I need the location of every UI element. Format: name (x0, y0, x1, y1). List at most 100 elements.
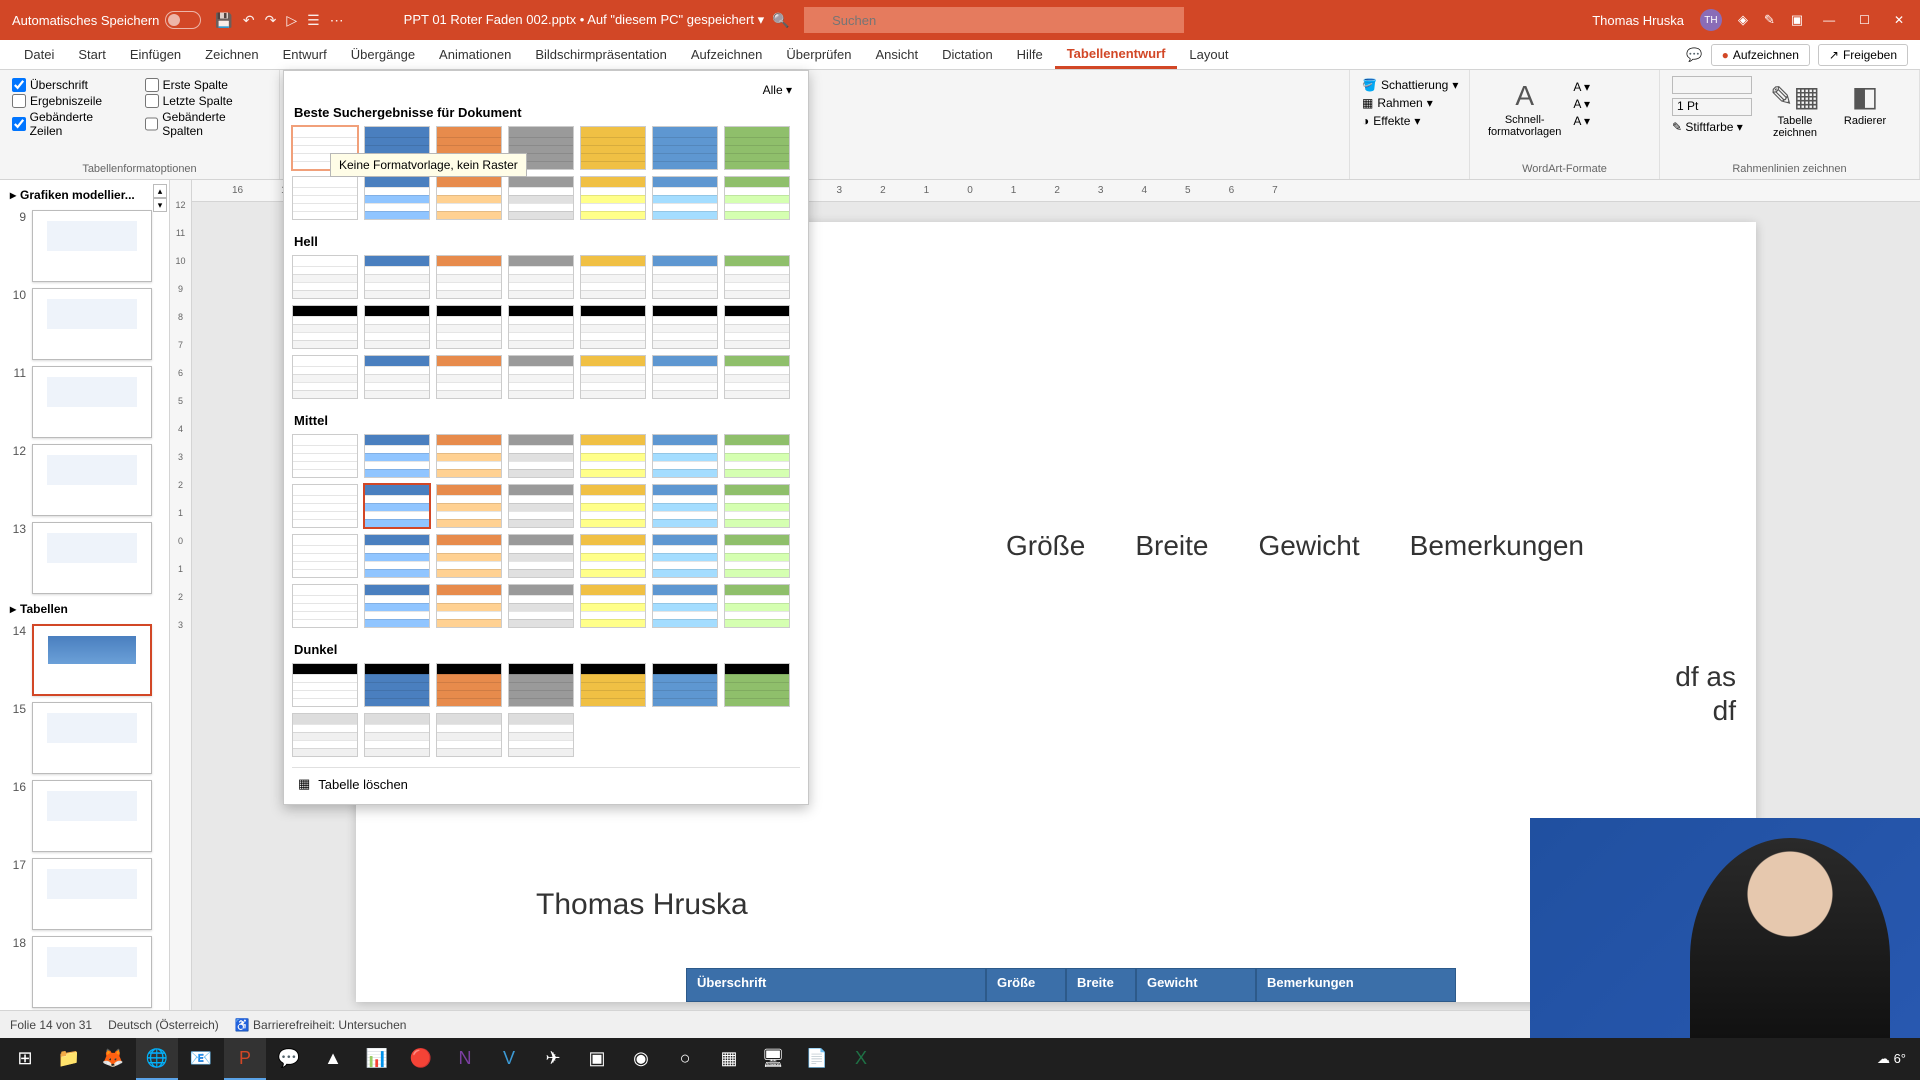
diamond-icon[interactable]: ◈ (1738, 12, 1748, 28)
table-style-swatch[interactable] (580, 126, 646, 170)
table-style-swatch[interactable] (364, 305, 430, 349)
table-style-swatch[interactable] (580, 663, 646, 707)
tab-tabellenentwurf[interactable]: Tabellenentwurf (1055, 40, 1178, 69)
table-style-swatch[interactable] (436, 176, 502, 220)
table-style-swatch[interactable] (652, 663, 718, 707)
table-style-swatch[interactable] (724, 305, 790, 349)
table-style-swatch[interactable] (292, 584, 358, 628)
table-style-swatch[interactable] (652, 434, 718, 478)
app-icon-2[interactable]: 📊 (356, 1038, 398, 1080)
table-style-swatch[interactable] (364, 255, 430, 299)
thumb-scroll-down[interactable]: ▾ (153, 198, 167, 212)
redo-icon[interactable]: ↷ (265, 12, 277, 29)
table-style-swatch[interactable] (580, 434, 646, 478)
tab-entwurf[interactable]: Entwurf (271, 40, 339, 69)
close-button[interactable]: ✕ (1890, 13, 1908, 27)
schattierung-dropdown[interactable]: 🪣 Schattierung ▾ (1362, 78, 1457, 92)
table-style-swatch[interactable] (580, 484, 646, 528)
table-style-swatch[interactable] (436, 434, 502, 478)
thumb-12[interactable] (32, 444, 152, 516)
table-style-swatch[interactable] (436, 584, 502, 628)
table-style-swatch[interactable] (364, 484, 430, 528)
search-input[interactable] (804, 7, 1184, 33)
table-style-swatch[interactable] (292, 255, 358, 299)
thumb-14[interactable] (32, 624, 152, 696)
share-button[interactable]: ↗Freigeben (1818, 44, 1908, 66)
table-style-swatch[interactable] (292, 176, 358, 220)
table-style-swatch[interactable] (652, 355, 718, 399)
thumb-9[interactable] (32, 210, 152, 282)
table-style-swatch[interactable] (724, 355, 790, 399)
excel-icon[interactable]: X (840, 1038, 882, 1080)
thumb-11[interactable] (32, 366, 152, 438)
minimize-button[interactable]: — (1819, 13, 1839, 27)
app-icon-3[interactable]: 🔴 (400, 1038, 442, 1080)
section-grafiken[interactable]: ▸ Grafiken modellier... (6, 186, 163, 204)
chk-erste-spalte[interactable] (145, 78, 159, 92)
table-style-swatch[interactable] (580, 255, 646, 299)
table-style-swatch[interactable] (508, 176, 574, 220)
chrome-icon[interactable]: 🌐 (136, 1038, 178, 1080)
pen-style-dropdown[interactable] (1672, 76, 1752, 94)
document-title[interactable]: PPT 01 Roter Faden 002.pptx • Auf "diese… (404, 12, 764, 28)
col-breite[interactable]: Breite (1135, 530, 1208, 562)
tab-uebergaenge[interactable]: Übergänge (339, 40, 427, 69)
table-style-swatch[interactable] (364, 584, 430, 628)
app-icon-9[interactable]: 📄 (796, 1038, 838, 1080)
account-avatar[interactable]: TH (1700, 9, 1722, 31)
account-name[interactable]: Thomas Hruska (1592, 13, 1684, 28)
table-style-swatch[interactable] (580, 534, 646, 578)
status-lang[interactable]: Deutsch (Österreich) (108, 1018, 219, 1032)
chk-geb-spalten[interactable] (145, 117, 159, 131)
touch-icon[interactable]: ☰ (307, 12, 320, 29)
float-text-1[interactable]: df as (1675, 660, 1736, 694)
app-icon-5[interactable]: ◉ (620, 1038, 662, 1080)
table-style-swatch[interactable] (724, 484, 790, 528)
table-style-swatch[interactable] (652, 584, 718, 628)
tab-bildschirm[interactable]: Bildschirmpräsentation (523, 40, 679, 69)
col-bemerkungen[interactable]: Bemerkungen (1410, 530, 1584, 562)
tab-ansicht[interactable]: Ansicht (863, 40, 930, 69)
table-style-swatch[interactable] (508, 305, 574, 349)
section-tabellen[interactable]: ▸ Tabellen (6, 600, 163, 618)
tray-weather[interactable]: ☁ 6° (1877, 1051, 1906, 1067)
table-style-swatch[interactable] (436, 305, 502, 349)
table-style-swatch[interactable] (364, 663, 430, 707)
table-style-swatch[interactable] (652, 126, 718, 170)
table-style-swatch[interactable] (652, 255, 718, 299)
tabelle-zeichnen-button[interactable]: ✎▦Tabelle zeichnen (1764, 76, 1826, 143)
tab-ueberpruefen[interactable]: Überprüfen (774, 40, 863, 69)
app-icon-1[interactable]: 💬 (268, 1038, 310, 1080)
table-style-swatch[interactable] (364, 176, 430, 220)
effekte-dropdown[interactable]: ◑ Effekte ▾ (1362, 114, 1457, 128)
chk-letzte-spalte[interactable] (145, 94, 159, 108)
tab-layout[interactable]: Layout (1177, 40, 1240, 69)
text-effects-dropdown[interactable]: A ▾ (1573, 114, 1590, 128)
autosave-toggle[interactable] (165, 11, 201, 29)
radierer-button[interactable]: ◧Radierer (1838, 76, 1892, 143)
table-style-swatch[interactable] (364, 434, 430, 478)
table-style-swatch[interactable] (292, 663, 358, 707)
tbl-col-groesse[interactable]: Größe (986, 968, 1066, 1002)
vscode-icon[interactable]: V (488, 1038, 530, 1080)
thumb-10[interactable] (32, 288, 152, 360)
col-groesse[interactable]: Größe (1006, 530, 1085, 562)
table-style-swatch[interactable] (724, 663, 790, 707)
table-style-swatch[interactable] (436, 663, 502, 707)
app-icon-7[interactable]: ▦ (708, 1038, 750, 1080)
table-style-swatch[interactable] (580, 584, 646, 628)
table-style-swatch[interactable] (292, 305, 358, 349)
table-style-swatch[interactable] (652, 484, 718, 528)
float-text-2[interactable]: df (1675, 694, 1736, 728)
table-style-swatch[interactable] (508, 584, 574, 628)
outlook-icon[interactable]: 📧 (180, 1038, 222, 1080)
thumb-16[interactable] (32, 780, 152, 852)
tbl-col-ueberschrift[interactable]: Überschrift (686, 968, 986, 1002)
vlc-icon[interactable]: ▲ (312, 1038, 354, 1080)
table-style-swatch[interactable] (508, 484, 574, 528)
tab-animationen[interactable]: Animationen (427, 40, 523, 69)
table-style-swatch[interactable] (436, 355, 502, 399)
firefox-icon[interactable]: 🦊 (92, 1038, 134, 1080)
table-style-swatch[interactable] (292, 534, 358, 578)
save-icon[interactable]: 💾 (215, 12, 232, 29)
